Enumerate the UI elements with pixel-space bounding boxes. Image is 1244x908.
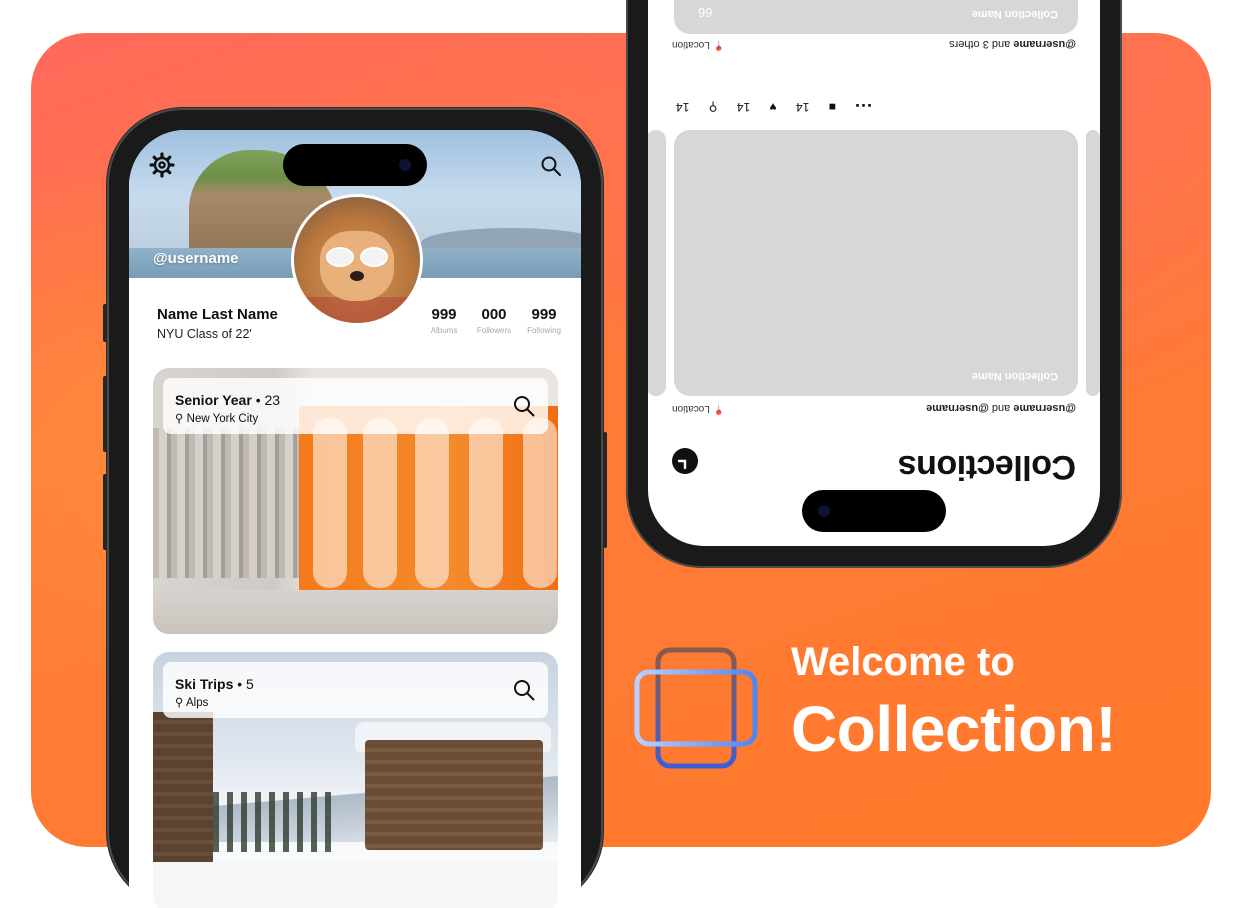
collection-card-senior-year[interactable]: Senior Year • 23 ⚲ New York City: [153, 368, 558, 634]
collection-card-header: Senior Year • 23 ⚲ New York City: [163, 378, 548, 434]
location-pin-icon: ⚲: [175, 413, 184, 425]
profile-name: Name Last Name: [157, 306, 278, 323]
owner-username[interactable]: @username: [1013, 38, 1076, 50]
collection-title: Ski Trips • 5: [175, 676, 254, 692]
like-count[interactable]: ♥ 14: [737, 100, 777, 114]
stat-label: Followers: [476, 326, 512, 335]
reaction-bar: ■ 14 ♥ 14 ⚲ 14: [676, 100, 852, 114]
profile-screen: @username Name Last Name NYU Class of 22…: [129, 130, 581, 908]
other-username[interactable]: @username: [926, 402, 989, 414]
collection-title: Senior Year • 23: [175, 392, 281, 408]
connector-text: and: [991, 38, 1011, 50]
stat-value: 999: [531, 306, 557, 323]
mute-switch: [103, 304, 107, 342]
owner-username[interactable]: @username: [1013, 402, 1076, 414]
gear-icon[interactable]: [149, 152, 175, 178]
banner-username: @username: [153, 250, 239, 267]
collection-card[interactable]: Collection Name 66: [674, 0, 1078, 34]
collection-location: ⚲ New York City: [175, 413, 259, 425]
connector-text: and: [991, 402, 1011, 414]
collection-card-ski-trips[interactable]: Ski Trips • 5 ⚲ Alps: [153, 652, 558, 908]
prev-collection-card[interactable]: [1086, 130, 1100, 396]
feed-item-meta: @username and @username 📍 Location: [672, 402, 1076, 414]
stat-value: 999: [431, 306, 457, 323]
collection-card[interactable]: Collection Name: [674, 130, 1078, 396]
collection-name: Collection Name: [971, 370, 1058, 382]
search-icon[interactable]: [512, 678, 536, 702]
collection-logo-icon: [634, 647, 758, 769]
feed-item-meta: @username and 3 others 📍 Location: [672, 38, 1076, 50]
stat-label: Albums: [430, 326, 458, 335]
volume-up-button: [103, 376, 107, 452]
search-icon[interactable]: [539, 154, 563, 178]
dynamic-island: [802, 490, 946, 532]
stat-value: 000: [481, 306, 507, 323]
more-options-icon[interactable]: ...: [854, 99, 872, 120]
pin-count[interactable]: ⚲ 14: [676, 100, 717, 114]
collections-title: Collections: [898, 448, 1076, 486]
profile-phone: @username Name Last Name NYU Class of 22…: [103, 108, 607, 908]
welcome-line-2: Collection!: [791, 693, 1117, 765]
stat-label: Following: [527, 326, 561, 335]
welcome-line-1: Welcome to: [791, 640, 1015, 684]
collection-count: 66: [698, 5, 713, 20]
collection-card-header: Ski Trips • 5 ⚲ Alps: [163, 662, 548, 718]
collections-phone: Collections @username and @username 📍 Lo…: [626, 0, 1122, 568]
profile-subtitle: NYU Class of 22': [157, 327, 252, 341]
search-icon[interactable]: [512, 394, 536, 418]
stat-following[interactable]: 999 Following: [519, 306, 569, 335]
others-text[interactable]: 3 others: [949, 38, 989, 50]
comment-count[interactable]: ■ 14: [796, 100, 836, 114]
profile-stats: 999 Albums 000 Followers 999 Following: [419, 306, 569, 335]
location-pin-icon: ⚲: [175, 697, 184, 709]
stat-albums[interactable]: 999 Albums: [419, 306, 469, 335]
location-label: 📍 Location: [672, 39, 726, 50]
collections-screen: Collections @username and @username 📍 Lo…: [648, 0, 1100, 546]
collection-name: Collection Name: [971, 8, 1058, 20]
collection-location: ⚲ Alps: [175, 697, 209, 709]
stat-followers[interactable]: 000 Followers: [469, 306, 519, 335]
power-button: [603, 432, 607, 548]
next-collection-card[interactable]: [648, 130, 666, 396]
location-label: 📍 Location: [672, 403, 726, 414]
avatar[interactable]: [291, 194, 423, 326]
clock-icon[interactable]: [672, 448, 698, 474]
volume-down-button: [103, 474, 107, 550]
dynamic-island: [283, 144, 427, 186]
